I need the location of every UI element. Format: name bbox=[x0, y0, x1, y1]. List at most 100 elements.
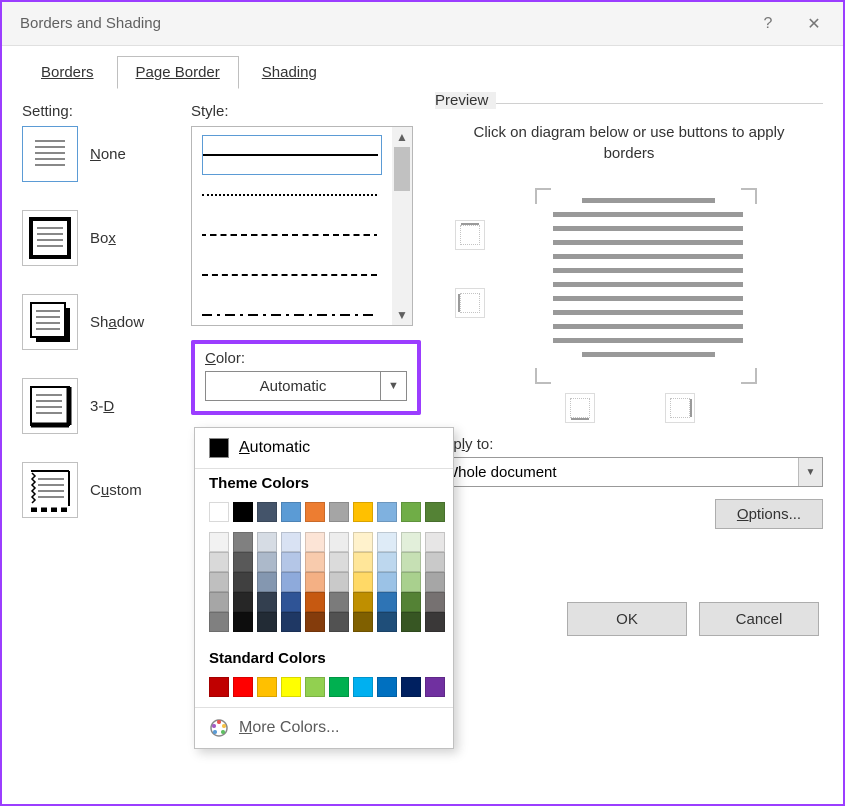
color-swatch[interactable] bbox=[209, 612, 229, 632]
color-swatch[interactable] bbox=[305, 552, 325, 572]
color-swatch[interactable] bbox=[401, 612, 421, 632]
color-swatch[interactable] bbox=[353, 677, 373, 697]
style-option-dash-dot[interactable] bbox=[202, 295, 382, 335]
color-swatch[interactable] bbox=[281, 612, 301, 632]
color-swatch[interactable] bbox=[209, 572, 229, 592]
style-option-dashed-fine[interactable] bbox=[202, 215, 382, 255]
border-bottom-button[interactable] bbox=[565, 393, 595, 423]
color-swatch[interactable] bbox=[281, 532, 301, 552]
color-swatch[interactable] bbox=[329, 502, 349, 522]
color-swatch[interactable] bbox=[425, 592, 445, 612]
color-swatch[interactable] bbox=[425, 572, 445, 592]
color-swatch[interactable] bbox=[209, 677, 229, 697]
color-swatch[interactable] bbox=[353, 572, 373, 592]
color-swatch[interactable] bbox=[401, 677, 421, 697]
tab-shading[interactable]: Shading bbox=[243, 56, 336, 89]
color-swatch[interactable] bbox=[425, 677, 445, 697]
color-dropdown[interactable]: Automatic ▼ bbox=[205, 371, 407, 401]
color-swatch[interactable] bbox=[377, 532, 397, 552]
scroll-up-icon[interactable]: ▲ bbox=[392, 127, 412, 147]
color-swatch[interactable] bbox=[425, 502, 445, 522]
color-swatch[interactable] bbox=[281, 502, 301, 522]
color-swatch[interactable] bbox=[257, 552, 277, 572]
more-colors[interactable]: More Colors... bbox=[195, 708, 453, 748]
color-swatch[interactable] bbox=[281, 552, 301, 572]
apply-to-dropdown[interactable]: Whole document ▼ bbox=[435, 457, 823, 487]
border-top-button[interactable] bbox=[455, 220, 485, 250]
color-swatch[interactable] bbox=[353, 612, 373, 632]
color-swatch[interactable] bbox=[425, 552, 445, 572]
ok-button[interactable]: OK bbox=[567, 602, 687, 636]
color-swatch[interactable] bbox=[377, 502, 397, 522]
color-swatch[interactable] bbox=[329, 572, 349, 592]
color-automatic[interactable]: Automatic bbox=[195, 428, 453, 468]
color-swatch[interactable] bbox=[353, 532, 373, 552]
color-swatch[interactable] bbox=[377, 592, 397, 612]
color-swatch[interactable] bbox=[209, 502, 229, 522]
color-swatch[interactable] bbox=[329, 612, 349, 632]
color-swatch[interactable] bbox=[353, 592, 373, 612]
color-swatch[interactable] bbox=[257, 572, 277, 592]
color-swatch[interactable] bbox=[233, 592, 253, 612]
color-swatch[interactable] bbox=[257, 677, 277, 697]
color-swatch[interactable] bbox=[401, 572, 421, 592]
color-swatch[interactable] bbox=[257, 592, 277, 612]
color-swatch[interactable] bbox=[401, 502, 421, 522]
scroll-thumb[interactable] bbox=[394, 147, 410, 191]
color-swatch[interactable] bbox=[233, 612, 253, 632]
setting-shadow[interactable]: Shadow bbox=[22, 294, 177, 350]
tab-page-border[interactable]: Page Border bbox=[117, 56, 239, 89]
color-swatch[interactable] bbox=[233, 532, 253, 552]
color-swatch[interactable] bbox=[401, 532, 421, 552]
color-swatch[interactable] bbox=[377, 612, 397, 632]
style-listbox[interactable]: ▲ ▼ bbox=[191, 126, 413, 326]
color-swatch[interactable] bbox=[401, 552, 421, 572]
chevron-down-icon[interactable]: ▼ bbox=[798, 458, 822, 486]
setting-custom[interactable]: Custom bbox=[22, 462, 177, 518]
color-swatch[interactable] bbox=[329, 552, 349, 572]
color-swatch[interactable] bbox=[257, 612, 277, 632]
color-swatch[interactable] bbox=[305, 612, 325, 632]
help-button[interactable]: ? bbox=[745, 5, 791, 43]
style-option-dashed[interactable] bbox=[202, 255, 382, 295]
color-swatch[interactable] bbox=[233, 502, 253, 522]
color-swatch[interactable] bbox=[353, 502, 373, 522]
color-swatch[interactable] bbox=[305, 532, 325, 552]
color-swatch[interactable] bbox=[329, 532, 349, 552]
preview-diagram[interactable] bbox=[435, 188, 823, 428]
color-swatch[interactable] bbox=[233, 552, 253, 572]
color-swatch[interactable] bbox=[209, 532, 229, 552]
color-swatch[interactable] bbox=[377, 677, 397, 697]
color-swatch[interactable] bbox=[257, 502, 277, 522]
style-option-solid[interactable] bbox=[202, 135, 382, 175]
options-button[interactable]: Options... bbox=[715, 499, 823, 529]
color-swatch[interactable] bbox=[281, 677, 301, 697]
color-swatch[interactable] bbox=[281, 572, 301, 592]
color-swatch[interactable] bbox=[209, 552, 229, 572]
color-swatch[interactable] bbox=[209, 592, 229, 612]
setting-box[interactable]: Box bbox=[22, 210, 177, 266]
style-option-dotted[interactable] bbox=[202, 175, 382, 215]
preview-page[interactable] bbox=[553, 198, 743, 370]
style-scrollbar[interactable]: ▲ ▼ bbox=[392, 127, 412, 325]
color-swatch[interactable] bbox=[329, 677, 349, 697]
color-swatch[interactable] bbox=[305, 592, 325, 612]
border-left-button[interactable] bbox=[455, 288, 485, 318]
color-swatch[interactable] bbox=[377, 552, 397, 572]
color-swatch[interactable] bbox=[233, 572, 253, 592]
close-button[interactable]: ✕ bbox=[791, 5, 837, 43]
color-swatch[interactable] bbox=[329, 592, 349, 612]
setting-3d[interactable]: 3-D bbox=[22, 378, 177, 434]
scroll-down-icon[interactable]: ▼ bbox=[392, 305, 412, 325]
color-swatch[interactable] bbox=[401, 592, 421, 612]
color-swatch[interactable] bbox=[425, 532, 445, 552]
chevron-down-icon[interactable]: ▼ bbox=[380, 372, 406, 400]
color-swatch[interactable] bbox=[305, 677, 325, 697]
color-swatch[interactable] bbox=[377, 572, 397, 592]
setting-none[interactable]: None bbox=[22, 126, 177, 182]
color-swatch[interactable] bbox=[233, 677, 253, 697]
cancel-button[interactable]: Cancel bbox=[699, 602, 819, 636]
color-swatch[interactable] bbox=[353, 552, 373, 572]
color-swatch[interactable] bbox=[257, 532, 277, 552]
color-swatch[interactable] bbox=[281, 592, 301, 612]
